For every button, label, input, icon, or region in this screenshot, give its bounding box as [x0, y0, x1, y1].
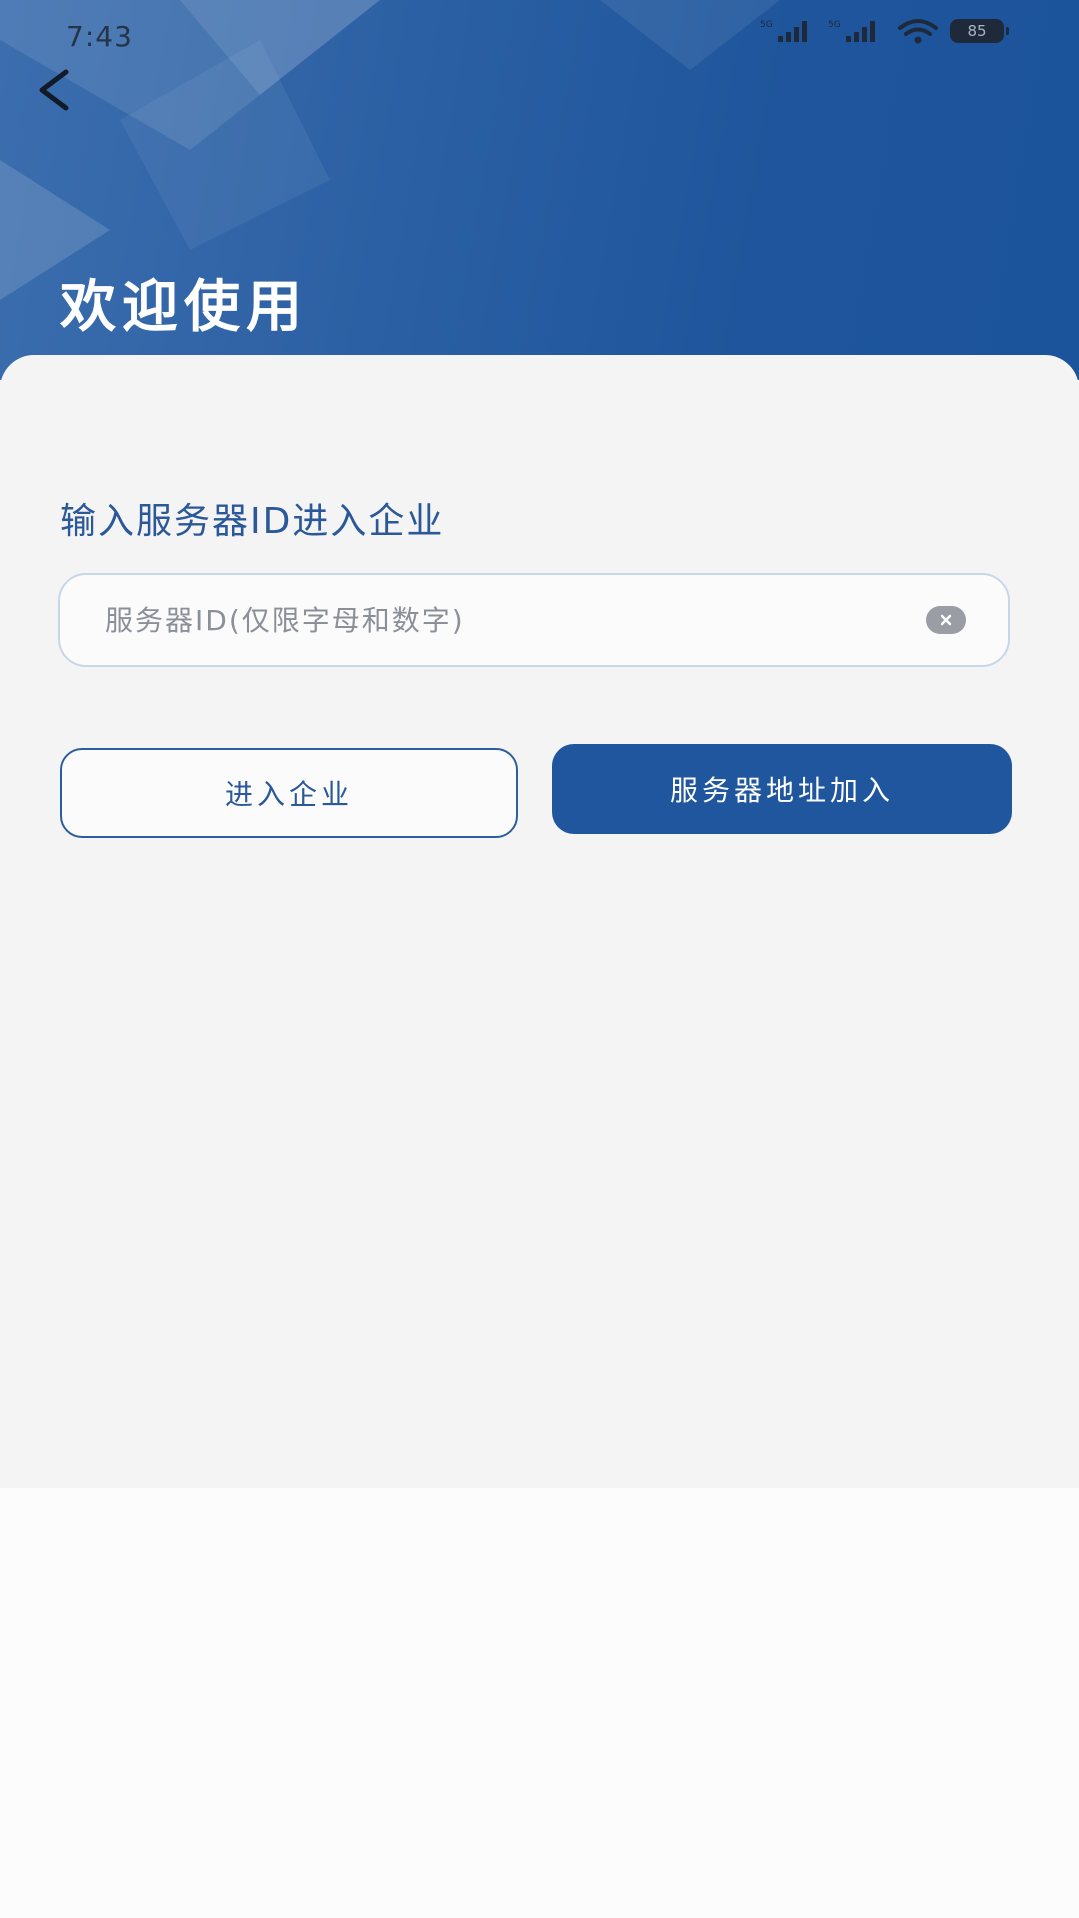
signal-label: 5G — [828, 20, 841, 30]
status-time: 7:43 — [66, 20, 133, 53]
wifi-icon — [898, 19, 938, 44]
server-id-input[interactable] — [60, 575, 926, 665]
cellular-signal-icon: 5G — [828, 20, 875, 42]
battery-icon: 85 — [950, 19, 1009, 43]
server-address-join-button[interactable]: 服务器地址加入 — [552, 744, 1012, 834]
cellular-signal-icon: 5G — [760, 20, 807, 42]
clear-input-button[interactable] — [926, 606, 966, 634]
chevron-left-icon — [39, 69, 69, 111]
signal-label: 5G — [760, 20, 773, 30]
section-label: 输入服务器ID进入企业 — [60, 501, 445, 542]
page-title: 欢迎使用 — [60, 275, 308, 340]
app-area: 7:43 5G 5G 85 欢迎使用 输入服务器ID进入企业 服务器ID(仅限字… — [0, 0, 1079, 1488]
back-button[interactable] — [28, 64, 80, 116]
screen: 7:43 5G 5G 85 欢迎使用 输入服务器ID进入企业 服务器ID(仅限字… — [0, 0, 1079, 1918]
status-icons: 5G 5G 85 — [760, 18, 1009, 44]
close-icon — [940, 614, 952, 626]
server-id-field — [58, 573, 1010, 667]
header-background: 7:43 5G 5G 85 欢迎使用 — [0, 0, 1079, 380]
enter-enterprise-button[interactable]: 进入企业 — [60, 748, 518, 838]
